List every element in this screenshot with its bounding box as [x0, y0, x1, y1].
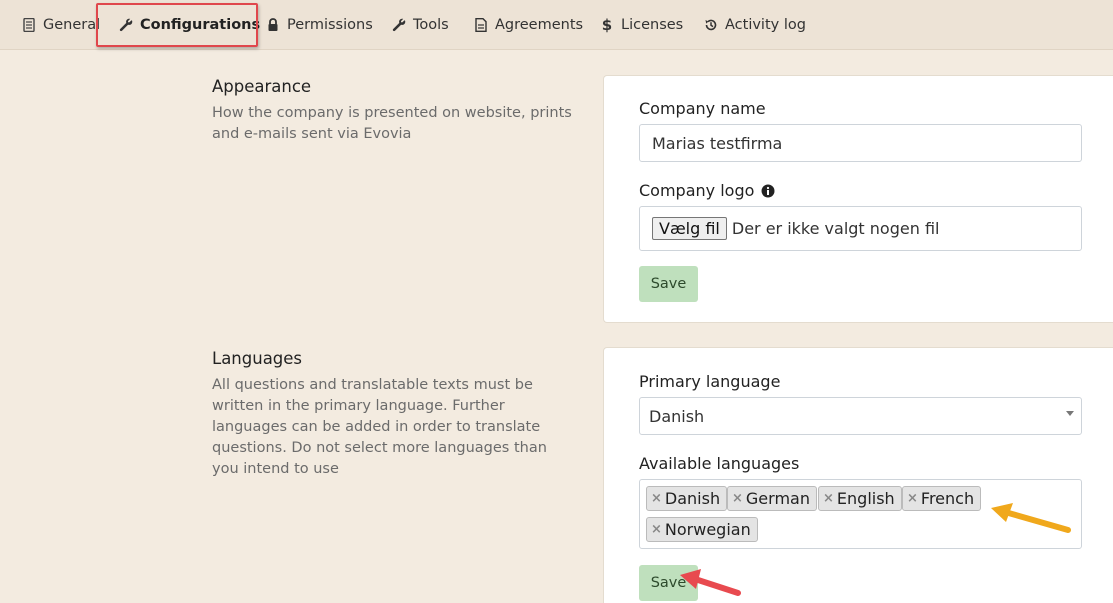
remove-tag-icon[interactable]: × [651, 491, 662, 506]
company-logo-label: Company logo [639, 181, 755, 200]
wrench-icon [392, 17, 406, 33]
tag-label: Danish [664, 489, 721, 508]
remove-tag-icon[interactable]: × [907, 491, 918, 506]
remove-tag-icon[interactable]: × [651, 522, 662, 537]
tab-activity-log[interactable]: Activity log [704, 0, 806, 50]
tab-label: Tools [413, 17, 449, 33]
info-icon[interactable] [761, 184, 775, 198]
company-name-value: Marias testfirma [652, 133, 783, 153]
language-tag-english: × English [818, 486, 902, 511]
appearance-description: How the company is presented on website,… [212, 105, 572, 142]
tab-general[interactable]: General [22, 0, 100, 50]
orange-annotation-arrow-icon [991, 503, 1071, 533]
tab-tools[interactable]: Tools [392, 0, 449, 50]
remove-tag-icon[interactable]: × [732, 491, 743, 506]
choose-file-button[interactable]: Vælg fil [652, 217, 727, 240]
company-name-label: Company name [639, 99, 766, 118]
available-languages-label: Available languages [639, 454, 800, 473]
company-logo-label-row: Company logo [639, 181, 775, 200]
tab-configurations[interactable]: Configurations [119, 0, 260, 50]
appearance-title: Appearance [212, 77, 312, 96]
language-tag-danish: × Danish [646, 486, 728, 511]
tab-label: Agreements [495, 17, 584, 33]
company-name-input[interactable]: Marias testfirma [639, 124, 1082, 162]
primary-language-select[interactable]: Danish [639, 397, 1082, 435]
lock-icon [266, 17, 280, 33]
tab-label: General [43, 17, 101, 33]
dollar-icon: $ [601, 16, 613, 34]
wrench-icon [119, 17, 133, 33]
tag-label: German [745, 489, 810, 508]
file-status-text: Der er ikke valgt nogen fil [731, 219, 940, 238]
primary-language-label: Primary language [639, 372, 781, 391]
appearance-save-button[interactable]: Save [639, 266, 698, 302]
tab-permissions[interactable]: Permissions [266, 0, 373, 50]
language-tag-german: × German [727, 486, 817, 511]
tab-licenses[interactable]: $ Licenses [600, 0, 683, 50]
tag-label: Norwegian [664, 520, 751, 539]
chevron-down-icon [1066, 411, 1074, 416]
primary-language-value: Danish [649, 406, 705, 426]
tab-label: Permissions [287, 17, 373, 33]
languages-description: All questions and translatable texts mus… [212, 377, 547, 477]
red-annotation-arrow-icon [680, 569, 741, 596]
tab-label: Licenses [621, 17, 684, 33]
history-icon [704, 17, 718, 33]
tag-label: English [836, 489, 895, 508]
file-text-icon [474, 17, 488, 33]
remove-tag-icon[interactable]: × [823, 491, 834, 506]
languages-title: Languages [212, 349, 303, 368]
appearance-card: Company name Marias testfirma Company lo… [603, 75, 1113, 323]
language-tag-norwegian: × Norwegian [646, 517, 758, 542]
tab-label: Configurations [140, 17, 261, 33]
tag-label: French [920, 489, 975, 508]
company-logo-file-input[interactable]: Vælg fil Der er ikke valgt nogen fil [639, 206, 1082, 251]
tab-label: Activity log [725, 17, 806, 33]
document-icon [22, 17, 36, 33]
language-tag-french: × French [902, 486, 982, 511]
tab-bar: General Configurations Permissions Tools… [0, 0, 1113, 50]
tab-agreements[interactable]: Agreements [474, 0, 583, 50]
